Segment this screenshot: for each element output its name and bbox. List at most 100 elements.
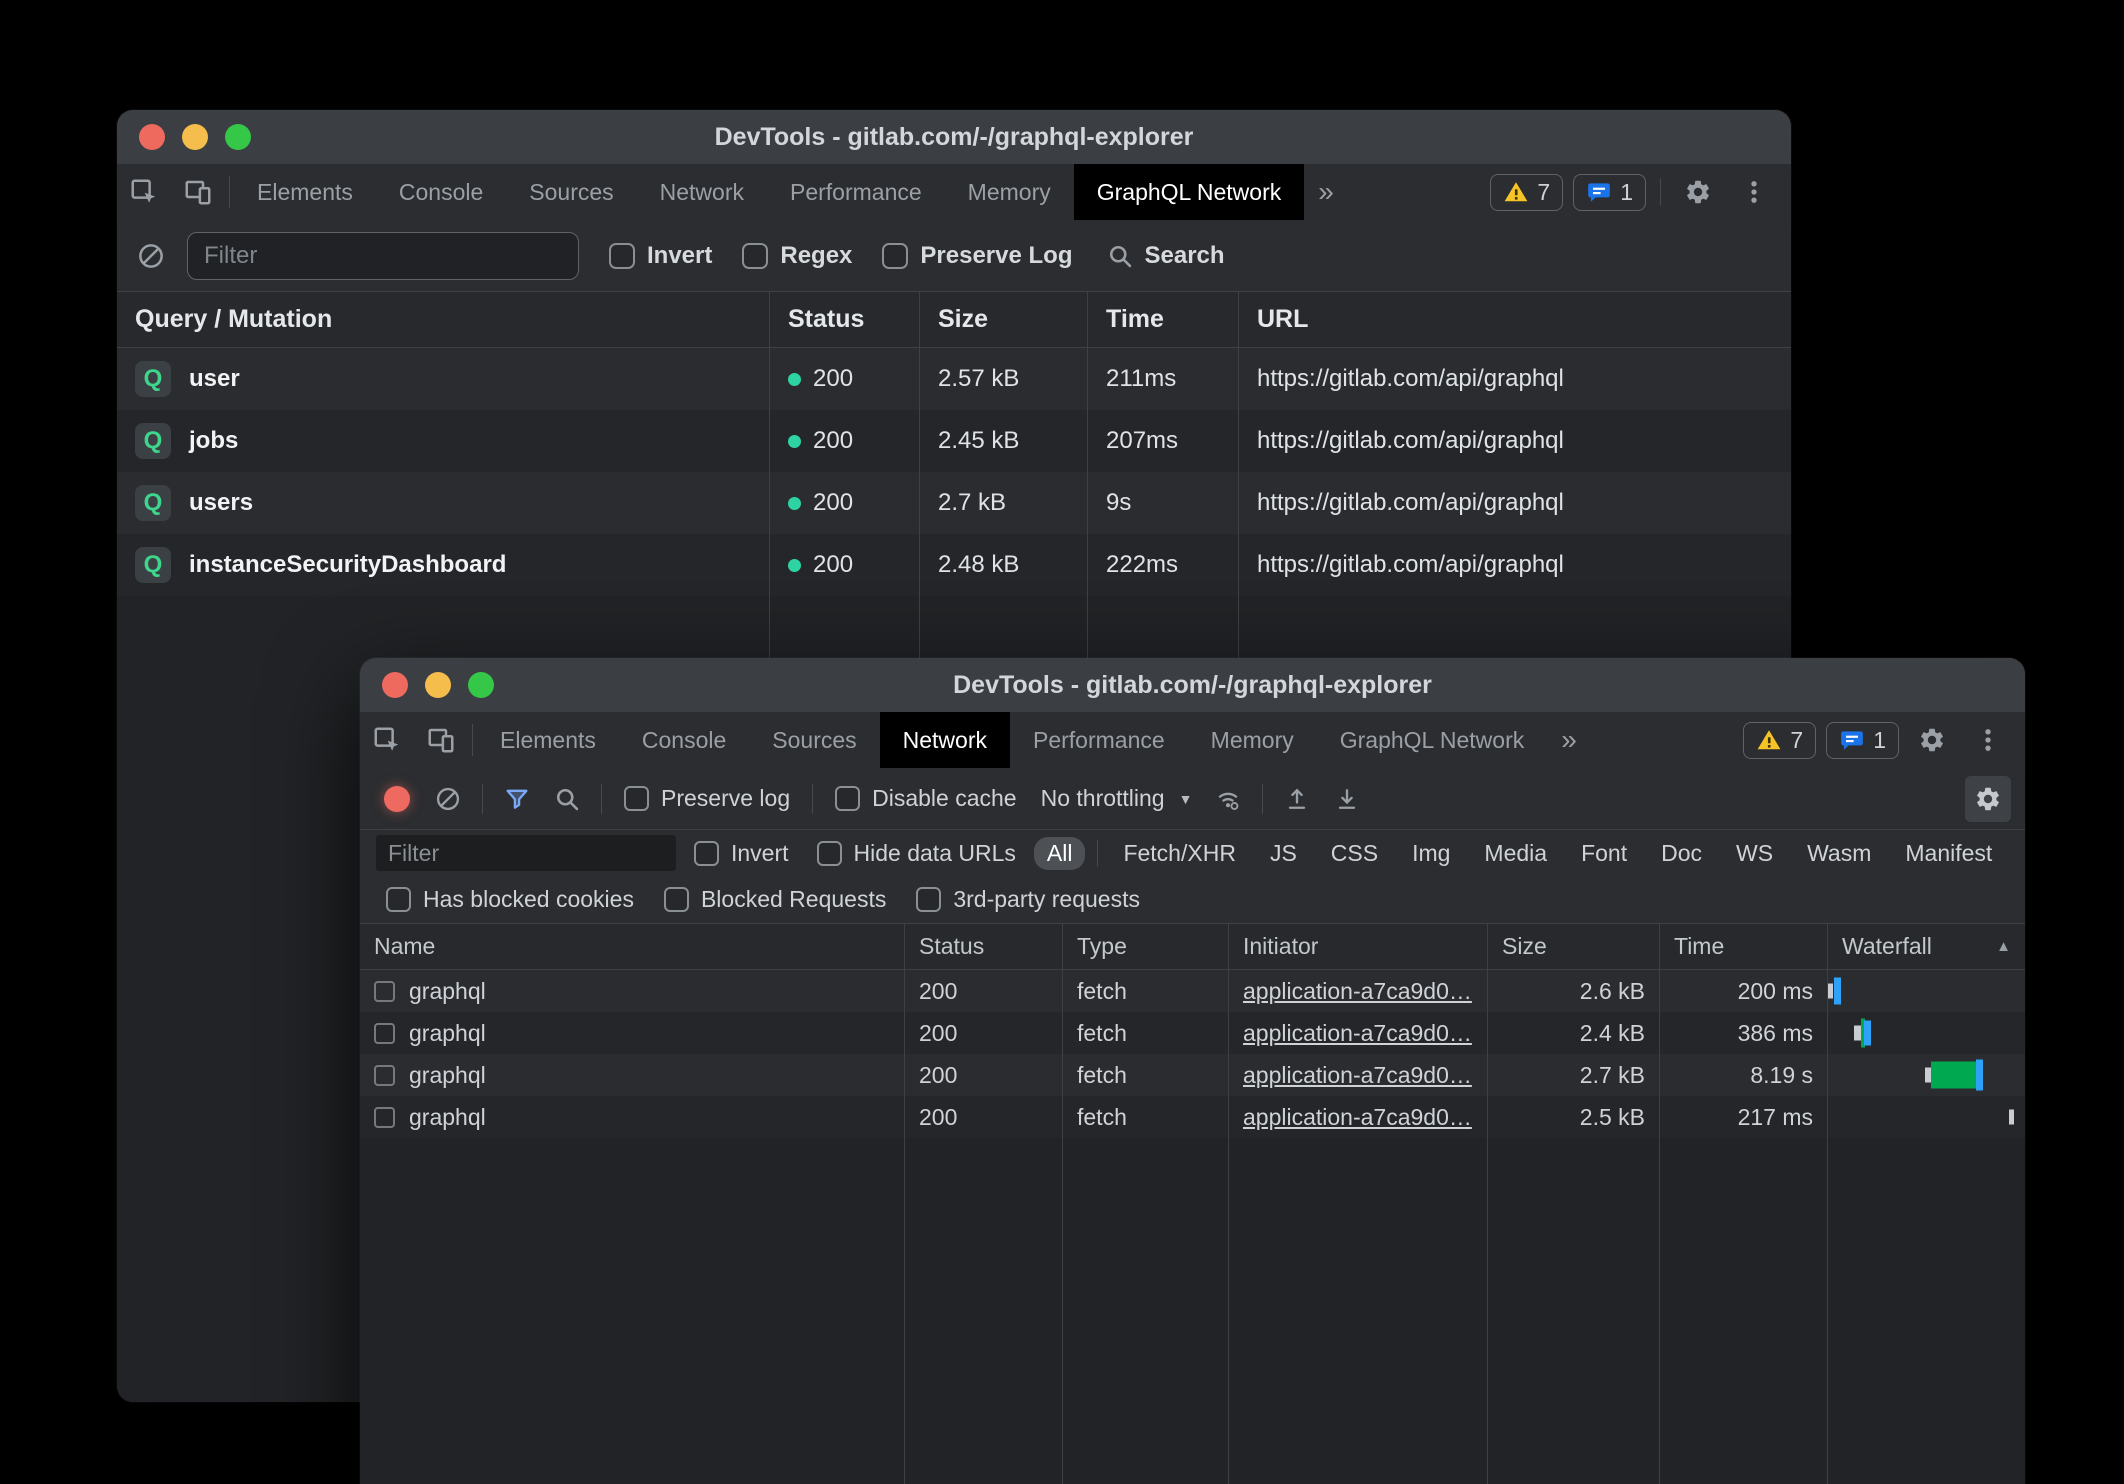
tab-memory[interactable]: Memory — [1188, 712, 1317, 768]
checkbox-box[interactable] — [694, 841, 719, 866]
filter-input[interactable] — [376, 835, 676, 871]
request-row[interactable]: graphql 200 fetch application-a7ca9d0… 2… — [360, 970, 2025, 1012]
checkbox-box[interactable] — [386, 887, 411, 912]
column-header-waterfall[interactable]: Waterfall ▲ — [1827, 924, 2025, 969]
chip-other[interactable]: Other — [2013, 837, 2025, 870]
row-checkbox[interactable] — [374, 1107, 395, 1128]
settings-gear-icon[interactable] — [1909, 717, 1955, 763]
checkbox-box[interactable] — [609, 243, 635, 269]
column-header-initiator[interactable]: Initiator — [1228, 924, 1487, 969]
chip-doc[interactable]: Doc — [1648, 837, 1715, 870]
chip-media[interactable]: Media — [1471, 837, 1560, 870]
titlebar[interactable]: DevTools - gitlab.com/-/graphql-explorer — [117, 110, 1791, 164]
chip-font[interactable]: Font — [1568, 837, 1640, 870]
titlebar[interactable]: DevTools - gitlab.com/-/graphql-explorer — [360, 658, 2025, 712]
device-toolbar-icon[interactable] — [171, 164, 225, 220]
third-party-requests-checkbox[interactable]: 3rd-party requests — [916, 886, 1140, 913]
table-row[interactable]: QinstanceSecurityDashboard 200 2.48 kB 2… — [117, 534, 1791, 596]
checkbox-box[interactable] — [916, 887, 941, 912]
initiator-link[interactable]: application-a7ca9d0… — [1243, 1020, 1472, 1047]
zoom-button[interactable] — [225, 124, 251, 150]
warnings-badge[interactable]: 7 — [1490, 174, 1563, 211]
invert-checkbox[interactable]: Invert — [609, 242, 712, 270]
request-row[interactable]: graphql 200 fetch application-a7ca9d0… 2… — [360, 1012, 2025, 1054]
column-header-name[interactable]: Name — [360, 924, 904, 969]
column-header-time[interactable]: Time — [1659, 924, 1827, 969]
panel-settings-gear-icon[interactable] — [1965, 776, 2011, 822]
close-button[interactable] — [139, 124, 165, 150]
row-checkbox[interactable] — [374, 1023, 395, 1044]
column-header-size[interactable]: Size — [919, 292, 1087, 347]
has-blocked-cookies-checkbox[interactable]: Has blocked cookies — [386, 886, 634, 913]
tab-elements[interactable]: Elements — [234, 164, 376, 220]
column-header-size[interactable]: Size — [1487, 924, 1659, 969]
import-har-icon[interactable] — [1275, 777, 1319, 821]
checkbox-box[interactable] — [624, 786, 649, 811]
tab-network[interactable]: Network — [880, 712, 1010, 768]
tab-elements[interactable]: Elements — [477, 712, 619, 768]
close-button[interactable] — [382, 672, 408, 698]
checkbox-box[interactable] — [835, 786, 860, 811]
tab-memory[interactable]: Memory — [945, 164, 1074, 220]
search-icon[interactable] — [545, 777, 589, 821]
preserve-log-checkbox[interactable]: Preserve log — [624, 785, 790, 812]
checkbox-box[interactable] — [742, 243, 768, 269]
table-row[interactable]: Qusers 200 2.7 kB 9s https://gitlab.com/… — [117, 472, 1791, 534]
warnings-badge[interactable]: 7 — [1743, 722, 1816, 759]
preserve-log-checkbox[interactable]: Preserve Log — [882, 242, 1072, 270]
disable-cache-checkbox[interactable]: Disable cache — [835, 785, 1016, 812]
tab-sources[interactable]: Sources — [506, 164, 636, 220]
tab-sources[interactable]: Sources — [749, 712, 879, 768]
initiator-link[interactable]: application-a7ca9d0… — [1243, 1104, 1472, 1131]
initiator-link[interactable]: application-a7ca9d0… — [1243, 978, 1472, 1005]
minimize-button[interactable] — [425, 672, 451, 698]
chip-fetch-xhr[interactable]: Fetch/XHR — [1110, 837, 1248, 870]
chip-js[interactable]: JS — [1257, 837, 1310, 870]
checkbox-box[interactable] — [664, 887, 689, 912]
filter-input[interactable] — [187, 232, 579, 280]
settings-gear-icon[interactable] — [1675, 169, 1721, 215]
table-row[interactable]: Quser 200 2.57 kB 211ms https://gitlab.c… — [117, 348, 1791, 410]
checkbox-box[interactable] — [882, 243, 908, 269]
chip-css[interactable]: CSS — [1318, 837, 1391, 870]
blocked-requests-checkbox[interactable]: Blocked Requests — [664, 886, 886, 913]
tab-performance[interactable]: Performance — [1010, 712, 1188, 768]
column-header-status[interactable]: Status — [904, 924, 1062, 969]
device-toolbar-icon[interactable] — [414, 712, 468, 768]
chip-img[interactable]: Img — [1399, 837, 1463, 870]
column-header-url[interactable]: URL — [1238, 292, 1791, 347]
column-header-type[interactable]: Type — [1062, 924, 1228, 969]
request-row[interactable]: graphql 200 fetch application-a7ca9d0… 2… — [360, 1096, 2025, 1138]
table-row[interactable]: Qjobs 200 2.45 kB 207ms https://gitlab.c… — [117, 410, 1791, 472]
chip-manifest[interactable]: Manifest — [1892, 837, 2005, 870]
search-button[interactable]: Search — [1106, 242, 1224, 270]
inspect-element-icon[interactable] — [117, 164, 171, 220]
checkbox-box[interactable] — [817, 841, 842, 866]
initiator-link[interactable]: application-a7ca9d0… — [1243, 1062, 1472, 1089]
column-header-time[interactable]: Time — [1087, 292, 1238, 347]
column-header-status[interactable]: Status — [769, 292, 919, 347]
tab-graphql-network[interactable]: GraphQL Network — [1074, 164, 1305, 220]
minimize-button[interactable] — [182, 124, 208, 150]
messages-badge[interactable]: 1 — [1573, 174, 1646, 211]
tab-console[interactable]: Console — [619, 712, 749, 768]
network-conditions-icon[interactable] — [1206, 777, 1250, 821]
chip-wasm[interactable]: Wasm — [1794, 837, 1884, 870]
tab-performance[interactable]: Performance — [767, 164, 945, 220]
record-button[interactable] — [384, 786, 410, 812]
kebab-menu-icon[interactable] — [1731, 169, 1777, 215]
tab-graphql-network[interactable]: GraphQL Network — [1317, 712, 1548, 768]
clear-icon[interactable] — [131, 241, 171, 271]
export-har-icon[interactable] — [1325, 777, 1369, 821]
chip-all[interactable]: All — [1034, 837, 1086, 870]
throttling-dropdown[interactable]: No throttling ▼ — [1041, 785, 1193, 812]
inspect-element-icon[interactable] — [360, 712, 414, 768]
tab-network[interactable]: Network — [637, 164, 767, 220]
clear-icon[interactable] — [426, 777, 470, 821]
tab-console[interactable]: Console — [376, 164, 506, 220]
messages-badge[interactable]: 1 — [1826, 722, 1899, 759]
row-checkbox[interactable] — [374, 1065, 395, 1086]
regex-checkbox[interactable]: Regex — [742, 242, 852, 270]
hide-data-urls-checkbox[interactable]: Hide data URLs — [817, 840, 1016, 867]
filter-funnel-icon[interactable] — [495, 777, 539, 821]
